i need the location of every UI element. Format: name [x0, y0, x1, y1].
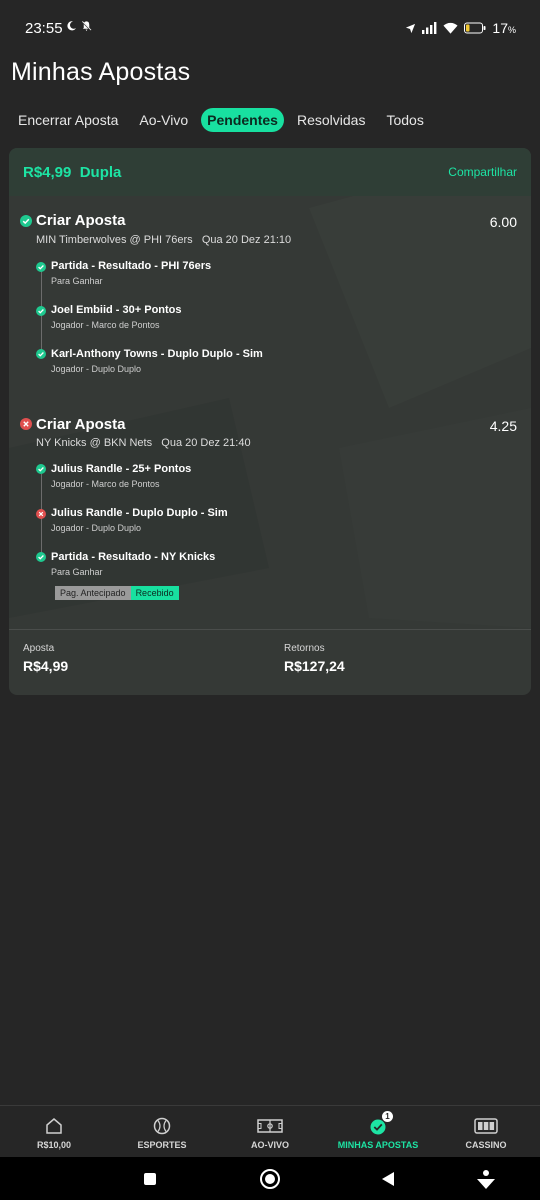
- selection-market: Para Ganhar: [51, 567, 103, 577]
- returns-value: R$127,24: [284, 658, 345, 674]
- signal-icon: [422, 22, 437, 34]
- bets-count-badge: 1: [382, 1111, 393, 1122]
- selection-market: Jogador - Duplo Duplo: [51, 364, 142, 374]
- status-time: 23:55: [25, 20, 63, 37]
- tab-todos[interactable]: Todos: [378, 108, 431, 132]
- group-event: NY Knicks @ BKN Nets Qua 20 Dez 21:40: [36, 437, 251, 449]
- check-circle-icon: [36, 306, 46, 316]
- group-title: Criar Aposta: [36, 212, 126, 229]
- x-circle-icon: [36, 509, 46, 519]
- home-icon: [46, 1118, 62, 1134]
- moon-icon: [67, 21, 77, 31]
- group-event: MIN Timberwolves @ PHI 76ers Qua 20 Dez …: [36, 234, 292, 246]
- nav-esportes[interactable]: ESPORTES: [108, 1106, 216, 1158]
- status-right: 17%: [405, 20, 516, 36]
- bet-card-header: R$4,99 Dupla Compartilhar: [9, 148, 531, 196]
- selection-market: Jogador - Duplo Duplo: [51, 523, 142, 533]
- tab-resolvidas[interactable]: Resolvidas: [289, 108, 373, 132]
- bet-card: R$4,99 Dupla Compartilhar Criar Aposta 6…: [9, 148, 531, 695]
- returns-label: Retornos: [284, 643, 325, 654]
- back-icon[interactable]: [378, 1168, 400, 1190]
- recents-icon[interactable]: [139, 1168, 161, 1190]
- check-circle-icon: [36, 552, 46, 562]
- slot-machine-icon: [474, 1118, 498, 1134]
- location-arrow-icon: [406, 23, 416, 33]
- system-nav-bar: [0, 1157, 540, 1200]
- selection-title: Karl-Anthony Towns - Duplo Duplo - Sim: [51, 348, 263, 360]
- bell-off-icon: [81, 20, 92, 32]
- nav-minhas-apostas[interactable]: 1 MINHAS APOSTAS: [324, 1106, 432, 1158]
- tab-encerrar-aposta[interactable]: Encerrar Aposta: [10, 108, 126, 132]
- nav-ao-vivo-label: AO-VIVO: [250, 1140, 289, 1150]
- selection-title: Julius Randle - 25+ Pontos: [51, 463, 192, 475]
- status-bar: 23:55 17%: [0, 0, 540, 56]
- selection-market: Jogador - Marco de Pontos: [51, 479, 160, 489]
- field-icon: [257, 1119, 283, 1133]
- nav-ao-vivo[interactable]: AO-VIVO: [216, 1106, 324, 1158]
- nav-minhas-apostas-label: MINHAS APOSTAS: [337, 1140, 419, 1150]
- received-badge: Recebido: [130, 586, 179, 600]
- bottom-nav: R$10,00 ESPORTES AO-VIVO 1 MINHAS APOSTA…: [0, 1105, 540, 1157]
- group-title: Criar Aposta: [36, 416, 126, 433]
- assistant-icon[interactable]: [475, 1168, 497, 1190]
- check-circle-icon: [36, 262, 46, 272]
- nav-cassino-label: CASSINO: [465, 1140, 507, 1150]
- nav-balance-label: R$10,00: [36, 1140, 72, 1150]
- ball-icon: [153, 1117, 171, 1135]
- selection-market: Para Ganhar: [51, 276, 103, 286]
- nav-balance[interactable]: R$10,00: [0, 1106, 108, 1158]
- tab-ao-vivo[interactable]: Ao-Vivo: [131, 108, 196, 132]
- share-button[interactable]: Compartilhar: [448, 165, 517, 179]
- x-circle-icon: [20, 418, 32, 430]
- selection-title: Julius Randle - Duplo Duplo - Sim: [51, 507, 228, 519]
- tab-pendentes[interactable]: Pendentes: [201, 108, 284, 132]
- selection-title: Partida - Resultado - PHI 76ers: [51, 260, 212, 272]
- bet-filter-tabs: Encerrar Aposta Ao-Vivo Pendentes Resolv…: [10, 108, 437, 132]
- selection-title: Partida - Resultado - NY Knicks: [51, 551, 216, 563]
- nav-cassino[interactable]: CASSINO: [432, 1106, 540, 1158]
- stake-value: R$4,99: [23, 658, 69, 674]
- early-payout-badge: Pag. Antecipado: [55, 586, 131, 600]
- group-odds: 4.25: [489, 418, 517, 434]
- wifi-icon: [443, 22, 458, 34]
- divider: [9, 629, 531, 630]
- page-title: Minhas Apostas: [11, 58, 191, 86]
- check-circle-icon: [36, 464, 46, 474]
- status-left-icons: [66, 20, 92, 32]
- stake-label: Aposta: [23, 643, 55, 654]
- nav-esportes-label: ESPORTES: [137, 1140, 187, 1150]
- battery-percent: 17%: [492, 20, 516, 36]
- check-circle-icon: [20, 215, 32, 227]
- payout-badges: Pag. Antecipado Recebido: [55, 586, 179, 600]
- check-circle-icon: [36, 349, 46, 359]
- group-odds: 6.00: [489, 214, 517, 230]
- selection-title: Joel Embiid - 30+ Pontos: [51, 304, 182, 316]
- bet-stake-type: R$4,99 Dupla: [23, 164, 122, 181]
- battery-icon: [464, 22, 486, 34]
- home-button-icon[interactable]: [259, 1168, 281, 1190]
- selection-market: Jogador - Marco de Pontos: [51, 320, 160, 330]
